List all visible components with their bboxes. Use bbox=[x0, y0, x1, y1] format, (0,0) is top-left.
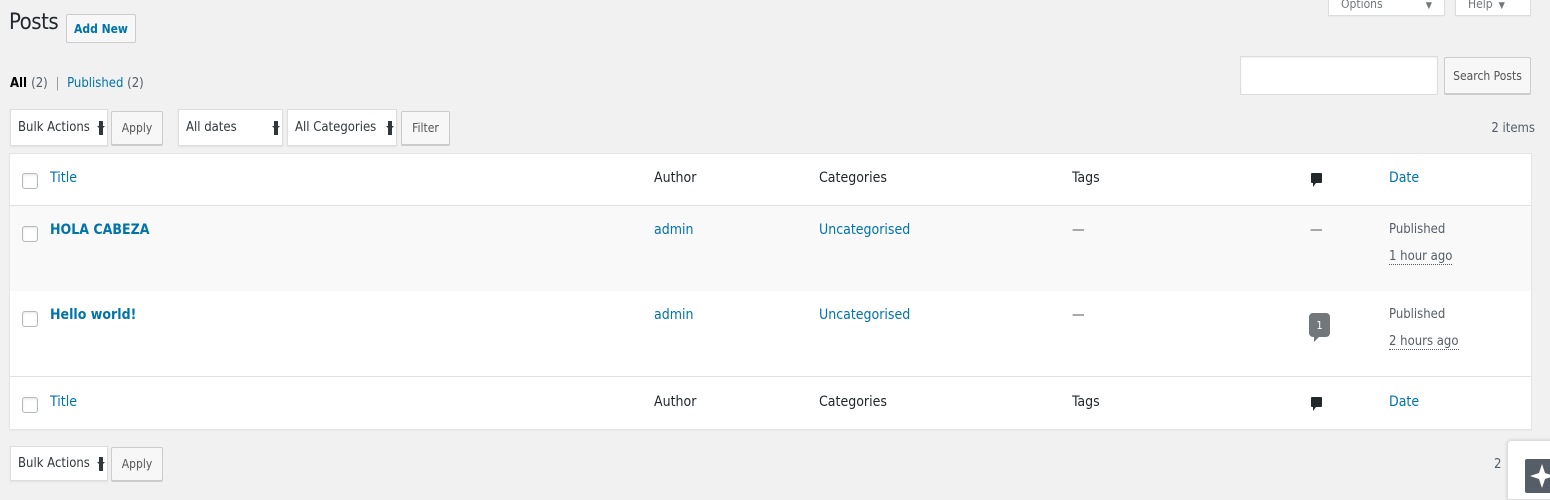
bulk-actions-value-bottom: Bulk Actions bbox=[18, 456, 90, 471]
categories-filter-value: All Categories bbox=[295, 120, 377, 135]
post-title-link[interactable]: HOLA CABEZA bbox=[50, 222, 149, 238]
post-status: Published bbox=[1389, 307, 1446, 322]
help-tab[interactable]: Help ▼ bbox=[1455, 0, 1531, 16]
select-all-checkbox-footer[interactable] bbox=[22, 397, 38, 413]
dropdown-arrow-icon bbox=[386, 120, 394, 135]
post-date: 1 hour ago bbox=[1389, 249, 1453, 265]
view-published-label: Published bbox=[67, 76, 124, 91]
post-category-link[interactable]: Uncategorised bbox=[819, 307, 910, 323]
post-author-link[interactable]: admin bbox=[654, 307, 693, 323]
categories-filter-select[interactable]: All Categories bbox=[287, 109, 397, 146]
dates-filter-value: All dates bbox=[186, 120, 237, 135]
bulk-actions-select-bottom[interactable]: Bulk Actions bbox=[10, 446, 108, 481]
column-categories-header: Categories bbox=[819, 170, 887, 186]
column-title-footer[interactable]: Title bbox=[50, 394, 77, 410]
sparkle-icon bbox=[1525, 459, 1550, 493]
view-separator: | bbox=[55, 76, 60, 91]
screen-options-tab[interactable]: Screen Options ▼ bbox=[1328, 0, 1445, 16]
post-title-link[interactable]: Hello world! bbox=[50, 307, 136, 323]
screen-options-label: Screen Options bbox=[1341, 0, 1383, 11]
bulk-actions-select[interactable]: Bulk Actions bbox=[10, 109, 108, 146]
column-author-footer: Author bbox=[654, 394, 697, 410]
column-author-header: Author bbox=[654, 170, 697, 186]
table-footer-row: Title Author Categories Tags Date bbox=[10, 376, 1531, 430]
dropdown-arrow-icon bbox=[97, 456, 105, 471]
column-title-header[interactable]: Title bbox=[50, 170, 77, 186]
table-row: Hello world! admin Uncategorised — 1 Pub… bbox=[10, 291, 1531, 376]
comment-icon[interactable] bbox=[1311, 397, 1322, 411]
table-row: HOLA CABEZA admin Uncategorised — — Publ… bbox=[10, 206, 1531, 291]
help-label: Help bbox=[1468, 0, 1493, 11]
row-checkbox[interactable] bbox=[22, 226, 38, 242]
dropdown-arrow-icon bbox=[97, 120, 105, 135]
column-categories-footer: Categories bbox=[819, 394, 887, 410]
dropdown-arrow-icon bbox=[272, 120, 280, 135]
post-date: 2 hours ago bbox=[1389, 334, 1459, 350]
view-all-link[interactable]: All (2) bbox=[10, 76, 48, 91]
comment-count-bubble[interactable]: 1 bbox=[1309, 313, 1330, 342]
column-date-header[interactable]: Date bbox=[1389, 170, 1419, 186]
post-author-link[interactable]: admin bbox=[654, 222, 693, 238]
select-all-checkbox[interactable] bbox=[22, 173, 38, 189]
post-tags: — bbox=[1072, 222, 1085, 238]
view-published-count: (2) bbox=[127, 76, 144, 91]
bulk-actions-value: Bulk Actions bbox=[18, 120, 90, 135]
search-input[interactable] bbox=[1240, 56, 1438, 95]
post-status: Published bbox=[1389, 222, 1446, 237]
post-status-views: All (2) | Published (2) bbox=[10, 76, 144, 91]
caret-down-icon: ▼ bbox=[1425, 1, 1432, 11]
column-tags-header: Tags bbox=[1072, 170, 1100, 186]
post-tags: — bbox=[1072, 307, 1085, 323]
comment-icon[interactable] bbox=[1311, 173, 1322, 187]
add-new-button[interactable]: Add New bbox=[66, 14, 136, 43]
page-title: Posts bbox=[9, 10, 59, 35]
dates-filter-select[interactable]: All dates bbox=[178, 109, 283, 146]
table-header-row: Title Author Categories Tags Date bbox=[10, 154, 1531, 206]
view-published-link[interactable]: Published (2) bbox=[67, 76, 144, 91]
filter-button[interactable]: Filter bbox=[401, 111, 450, 145]
view-all-label: All bbox=[10, 76, 28, 91]
row-checkbox[interactable] bbox=[22, 311, 38, 327]
search-posts-button[interactable]: Search Posts bbox=[1444, 57, 1531, 94]
post-comments: — bbox=[1310, 222, 1323, 238]
apply-button[interactable]: Apply bbox=[111, 111, 163, 145]
posts-table: Title Author Categories Tags Date HOLA C… bbox=[9, 153, 1532, 430]
items-count-bottom: 2 bbox=[1494, 457, 1502, 472]
apply-button-bottom[interactable]: Apply bbox=[111, 447, 163, 481]
items-count: 2 items bbox=[1491, 121, 1535, 136]
caret-down-icon: ▼ bbox=[1498, 1, 1505, 11]
column-tags-footer: Tags bbox=[1072, 394, 1100, 410]
post-category-link[interactable]: Uncategorised bbox=[819, 222, 910, 238]
column-date-footer[interactable]: Date bbox=[1389, 394, 1419, 410]
help-widget[interactable] bbox=[1507, 440, 1550, 500]
view-all-count: (2) bbox=[31, 76, 48, 91]
